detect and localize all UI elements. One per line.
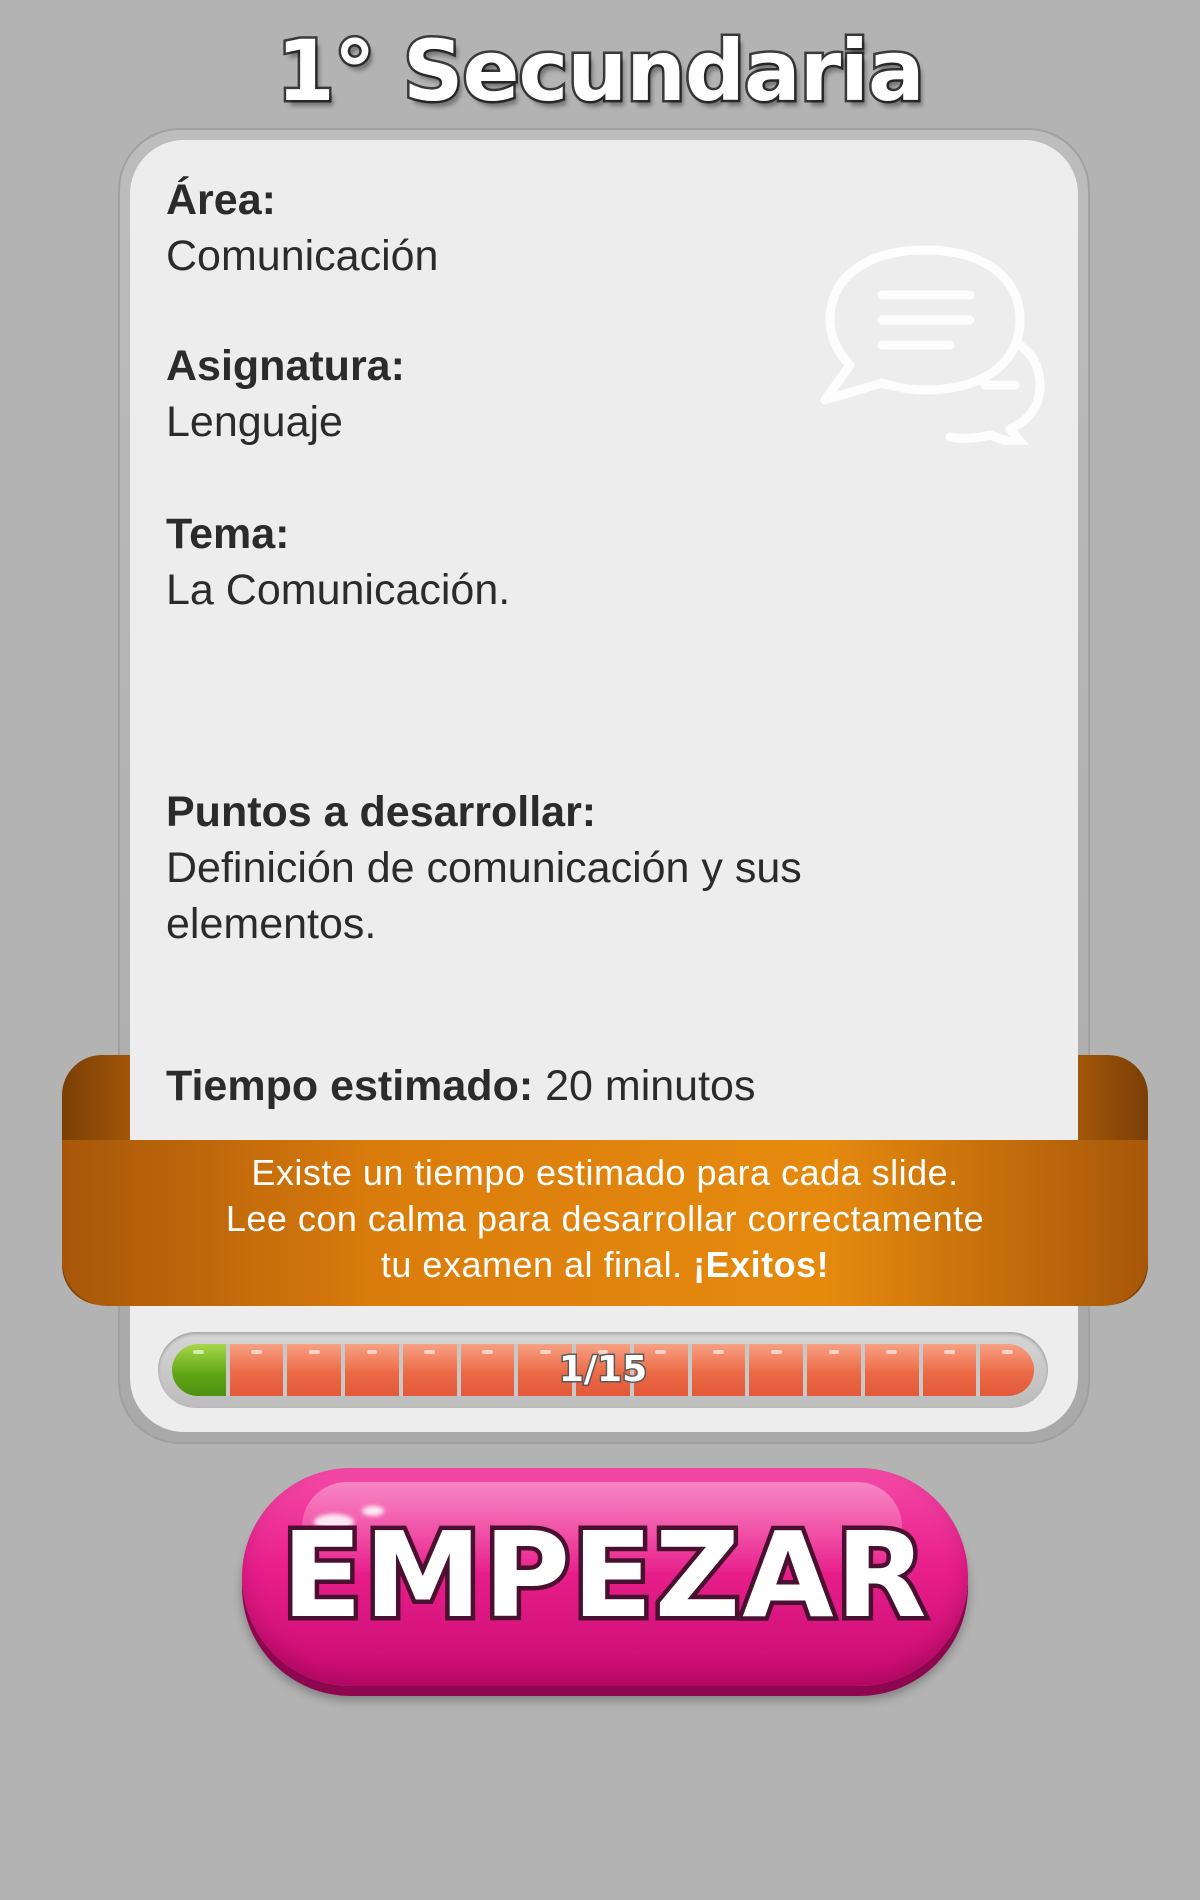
notice-line-3-text: tu examen al final. — [380, 1244, 694, 1285]
start-button[interactable]: EMPEZAR — [242, 1468, 968, 1686]
time-value: 20 minutos — [533, 1062, 756, 1110]
notice-exitos: ¡Exitos! — [693, 1244, 830, 1285]
page-title: 1° Secundaria — [274, 20, 927, 123]
points-value-line2: elementos. — [166, 900, 377, 948]
subject-label: Asignatura: — [166, 342, 405, 390]
topic-block: Tema: La Comunicación. — [166, 506, 510, 618]
notice-line-2: Lee con calma para desarrollar correctam… — [225, 1198, 985, 1239]
progress-bar: 1/15 — [158, 1332, 1048, 1408]
points-block: Puntos a desarrollar: Definición de comu… — [166, 784, 802, 952]
points-value-line1: Definición de comunicación y sus — [166, 844, 802, 892]
topic-value: La Comunicación. — [166, 566, 511, 614]
points-label: Puntos a desarrollar: — [166, 788, 597, 836]
time-label: Tiempo estimado: — [166, 1062, 534, 1110]
progress-label: 1/15 — [557, 1348, 648, 1392]
area-value: Comunicación — [166, 232, 439, 280]
start-button-label: EMPEZAR — [277, 1502, 931, 1649]
area-label: Área: — [166, 176, 276, 224]
notice-ribbon: Existe un tiempo estimado para cada slid… — [62, 1140, 1148, 1306]
chat-bubbles-icon — [820, 245, 1045, 445]
notice-line-3: tu examen al final. ¡Exitos! — [62, 1242, 1148, 1288]
area-block: Área: Comunicación — [166, 172, 438, 284]
subject-value: Lenguaje — [166, 398, 343, 446]
subject-block: Asignatura: Lenguaje — [166, 338, 405, 450]
topic-label: Tema: — [166, 510, 290, 558]
notice-line-1: Existe un tiempo estimado para cada slid… — [251, 1152, 959, 1193]
time-block: Tiempo estimado: 20 minutos — [166, 1058, 755, 1114]
